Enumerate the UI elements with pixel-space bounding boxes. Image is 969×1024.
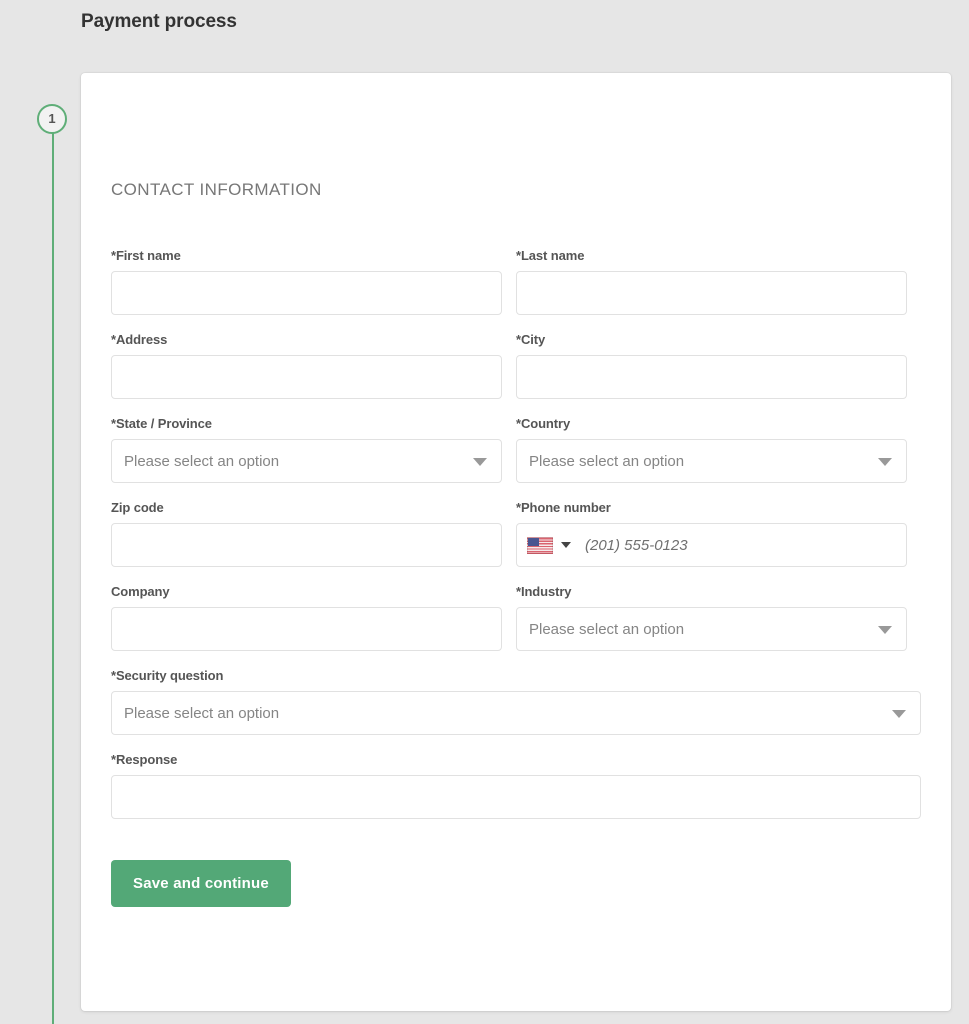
field-response: *Response bbox=[111, 752, 921, 819]
label-first-name: *First name bbox=[111, 248, 181, 263]
form-row: Zip code *Phone number (201) 555-0123 bbox=[111, 500, 921, 584]
text-input-first-name[interactable] bbox=[111, 271, 502, 315]
flag-canton bbox=[528, 537, 539, 546]
label-industry: *Industry bbox=[516, 584, 572, 599]
field-state-province: *State / Province Please select an option bbox=[111, 416, 502, 483]
text-input-response[interactable] bbox=[111, 775, 921, 819]
form-row: *State / Province Please select an option… bbox=[111, 416, 921, 500]
save-and-continue-button[interactable]: Save and continue bbox=[111, 860, 291, 907]
field-address: *Address bbox=[111, 332, 502, 399]
form-row: *Security question Please select an optio… bbox=[111, 668, 921, 752]
text-input-zip-code[interactable] bbox=[111, 523, 502, 567]
chevron-down-icon bbox=[892, 710, 906, 718]
text-input-city[interactable] bbox=[516, 355, 907, 399]
input-last-name[interactable] bbox=[529, 283, 894, 303]
field-country: *Country Please select an option bbox=[516, 416, 907, 483]
chevron-down-icon bbox=[878, 626, 892, 634]
chevron-down-icon bbox=[473, 458, 487, 466]
label-zip-code: Zip code bbox=[111, 500, 164, 515]
input-company[interactable] bbox=[124, 619, 489, 639]
label-response: *Response bbox=[111, 752, 178, 767]
field-zip-code: Zip code bbox=[111, 500, 502, 567]
label-address: *Address bbox=[111, 332, 168, 347]
select-value-industry: Please select an option bbox=[529, 620, 685, 638]
section-heading-contact-information: CONTACT INFORMATION bbox=[111, 180, 322, 199]
text-input-last-name[interactable] bbox=[516, 271, 907, 315]
form-row: *First name *Last name bbox=[111, 248, 921, 332]
contact-information-form: *First name *Last name *Address *City *State… bbox=[111, 248, 921, 907]
form-row: Company *Industry Please select an option bbox=[111, 584, 921, 668]
field-last-name: *Last name bbox=[516, 248, 907, 315]
label-city: *City bbox=[516, 332, 546, 347]
chevron-down-icon bbox=[878, 458, 892, 466]
input-address[interactable] bbox=[124, 367, 489, 387]
country-chevron-down-icon[interactable] bbox=[561, 542, 571, 548]
field-first-name: *First name bbox=[111, 248, 502, 315]
phone-input-phone-number[interactable]: (201) 555-0123 bbox=[516, 523, 907, 567]
select-country[interactable]: Please select an option bbox=[516, 439, 907, 483]
field-industry: *Industry Please select an option bbox=[516, 584, 907, 651]
select-state-province[interactable]: Please select an option bbox=[111, 439, 502, 483]
text-input-address[interactable] bbox=[111, 355, 502, 399]
field-security-question: *Security question Please select an optio… bbox=[111, 668, 921, 735]
input-zip-code[interactable] bbox=[124, 535, 489, 555]
page-title: Payment process bbox=[81, 11, 237, 32]
select-value-country: Please select an option bbox=[529, 452, 685, 470]
form-row: *Response bbox=[111, 752, 921, 836]
label-state-province: *State / Province bbox=[111, 416, 212, 431]
label-phone-number: *Phone number bbox=[516, 500, 611, 515]
field-city: *City bbox=[516, 332, 907, 399]
contact-information-card: CONTACT INFORMATION *First name *Last nam… bbox=[81, 73, 951, 1011]
us-flag-icon[interactable] bbox=[527, 536, 553, 554]
select-industry[interactable]: Please select an option bbox=[516, 607, 907, 651]
field-phone-number: *Phone number (201) 555-0123 bbox=[516, 500, 907, 567]
select-value-security-question: Please select an option bbox=[124, 704, 280, 722]
input-response[interactable] bbox=[124, 787, 908, 807]
phone-placeholder: (201) 555-0123 bbox=[585, 536, 688, 554]
field-company: Company bbox=[111, 584, 502, 651]
select-security-question[interactable]: Please select an option bbox=[111, 691, 921, 735]
input-city[interactable] bbox=[529, 367, 894, 387]
step-indicator-1[interactable]: 1 bbox=[37, 104, 67, 134]
input-first-name[interactable] bbox=[124, 283, 489, 303]
step-connector-line bbox=[52, 120, 54, 1024]
label-last-name: *Last name bbox=[516, 248, 585, 263]
step-rail: 1 bbox=[37, 104, 69, 1024]
form-row: *Address *City bbox=[111, 332, 921, 416]
label-country: *Country bbox=[516, 416, 571, 431]
select-value-state-province: Please select an option bbox=[124, 452, 280, 470]
form-actions: Save and continue bbox=[111, 860, 921, 907]
label-company: Company bbox=[111, 584, 170, 599]
label-security-question: *Security question bbox=[111, 668, 224, 683]
text-input-company[interactable] bbox=[111, 607, 502, 651]
